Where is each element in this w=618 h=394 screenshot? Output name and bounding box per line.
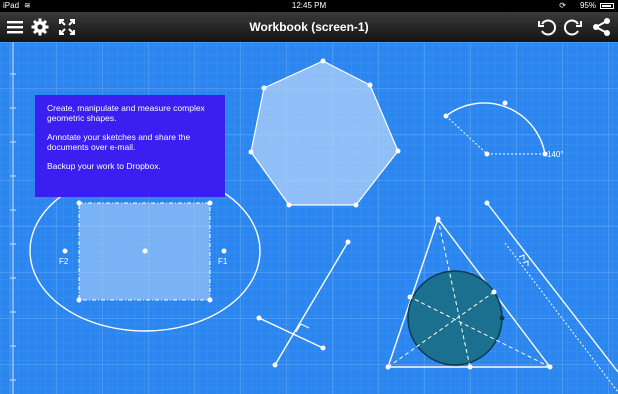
info-line-create: Create, manipulate and measure complex g… <box>47 103 205 123</box>
info-line-annotate: Annotate your sketches and share the doc… <box>47 132 191 152</box>
status-bar: iPad ≋ 12:45 PM ⟳ 95% <box>0 0 618 12</box>
share-icon[interactable] <box>590 15 614 39</box>
rotation-lock-icon: ⟳ <box>559 1 566 10</box>
info-line-backup: Backup your work to Dropbox. <box>47 161 161 171</box>
redo-icon[interactable] <box>561 15 585 39</box>
battery-icon <box>600 3 614 9</box>
battery-percent: 95% <box>579 1 596 10</box>
info-box: Create, manipulate and measure complex g… <box>35 95 225 197</box>
drawing-canvas[interactable]: 140° F2 F1 Create, manipulate and measur… <box>0 42 618 394</box>
clock: 12:45 PM <box>291 1 327 10</box>
angle-label: 140° <box>547 150 564 159</box>
page-title: Workbook (screen-1) <box>249 20 369 34</box>
toolbar: Workbook (screen-1) <box>0 12 618 43</box>
undo-icon[interactable] <box>535 15 559 39</box>
focus-label-left: F2 <box>59 257 69 266</box>
focus-label-right: F1 <box>218 257 228 266</box>
